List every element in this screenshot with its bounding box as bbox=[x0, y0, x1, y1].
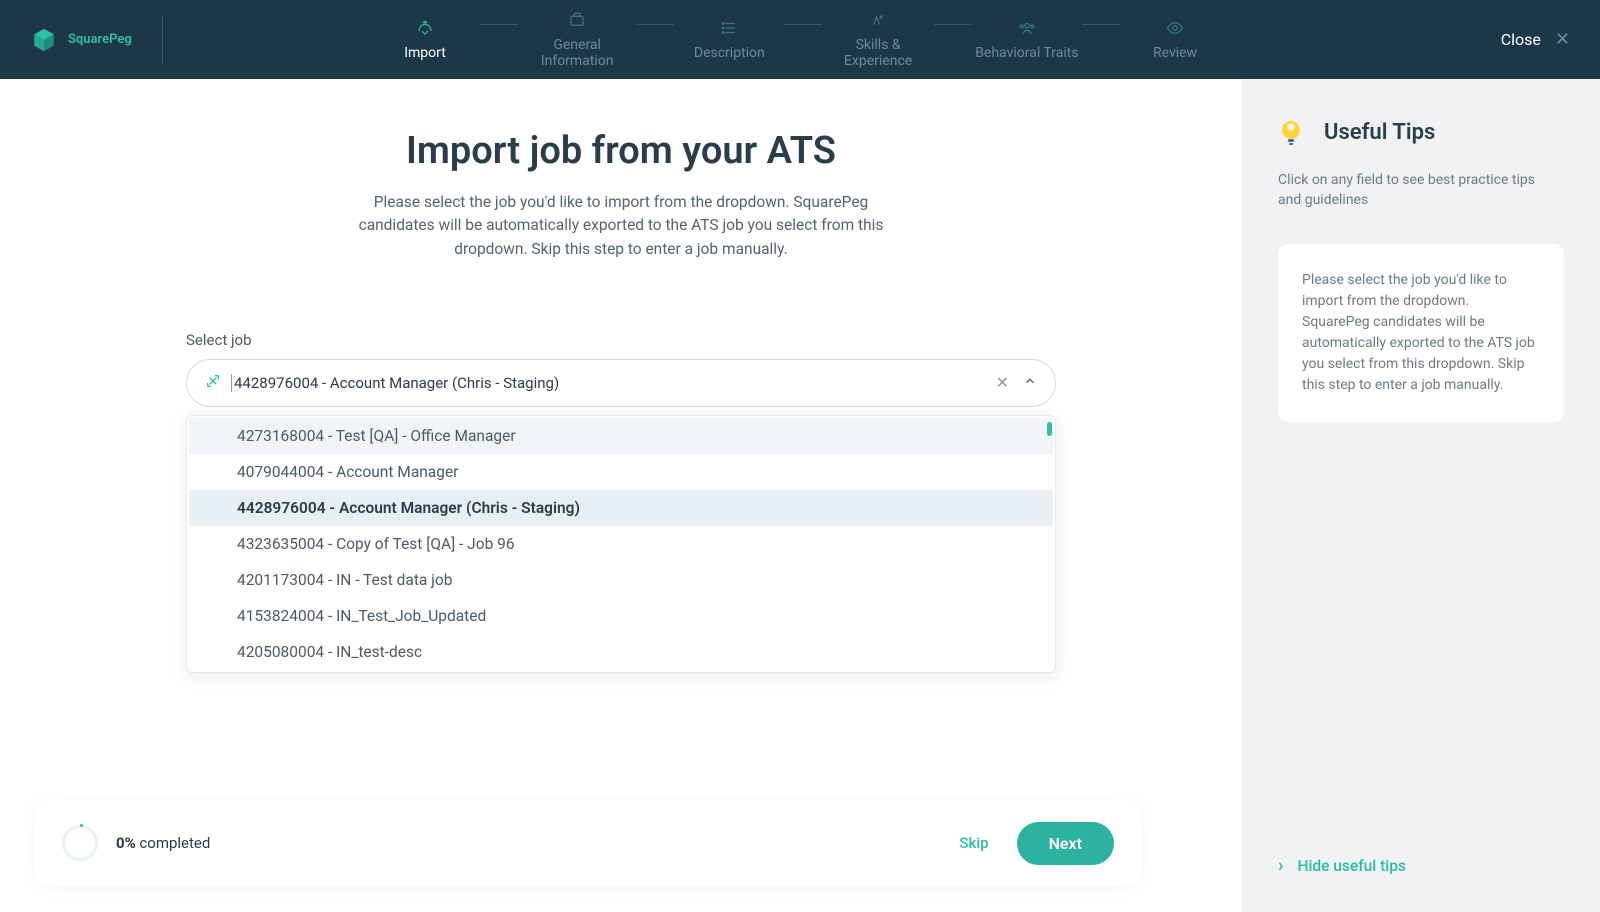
logo-icon bbox=[30, 26, 58, 54]
chevron-right-icon: › bbox=[1278, 855, 1283, 876]
close-button[interactable]: Close bbox=[1501, 30, 1541, 49]
dropdown-option[interactable]: 4428976004 - Account Manager (Chris - St… bbox=[189, 490, 1053, 526]
select-dropdown: 4273168004 - Test [QA] - Office Manager4… bbox=[186, 415, 1056, 673]
nav-step-icon bbox=[1164, 19, 1186, 39]
nav-step-description[interactable]: Description bbox=[674, 19, 784, 61]
nav-step-icon bbox=[1016, 19, 1038, 39]
nav-step-icon bbox=[718, 19, 740, 39]
main-area: Import job from your ATS Please select t… bbox=[0, 79, 1600, 912]
brand-name: SquarePeg bbox=[68, 32, 132, 47]
tips-title: Useful Tips bbox=[1324, 120, 1435, 145]
dropdown-option[interactable]: 4273168004 - Test [QA] - Office Manager bbox=[189, 418, 1053, 454]
nav-step-behavioral-traits[interactable]: Behavioral Traits bbox=[972, 19, 1082, 61]
nav-step-label: General Information bbox=[518, 37, 636, 69]
chevron-up-icon[interactable] bbox=[1023, 373, 1037, 392]
tips-box: Please select the job you'd like to impo… bbox=[1278, 244, 1564, 422]
nav-step-import[interactable]: Import bbox=[370, 19, 480, 61]
next-button[interactable]: Next bbox=[1017, 822, 1114, 865]
dropdown-option[interactable]: 4201173004 - IN - Test data job bbox=[189, 562, 1053, 598]
dropdown-option[interactable]: 4079044004 - Account Manager bbox=[189, 454, 1053, 490]
progress-percent: 0% bbox=[116, 834, 136, 852]
content-column: Import job from your ATS Please select t… bbox=[0, 79, 1242, 912]
page-title: Import job from your ATS bbox=[0, 129, 1242, 173]
tips-subtext: Click on any field to see best practice … bbox=[1278, 171, 1548, 210]
nav-step-label: Skills & Experience bbox=[822, 37, 933, 69]
header-bar: SquarePeg Import General Information Descr… bbox=[0, 0, 1600, 79]
skip-button[interactable]: Skip bbox=[959, 834, 988, 852]
progress-text: 0% completed bbox=[116, 834, 210, 852]
nav-step-label: Review bbox=[1153, 45, 1197, 61]
form-area: Select job 4428976004 - Account Manager … bbox=[186, 331, 1056, 407]
nav-step-label: Description bbox=[694, 45, 765, 61]
bulb-icon bbox=[1278, 119, 1304, 145]
wizard-nav: Import General Information Description Skil… bbox=[370, 11, 1230, 69]
nav-step-skills-experience[interactable]: Skills & Experience bbox=[822, 11, 933, 69]
dropdown-scrollbar[interactable] bbox=[1047, 422, 1052, 436]
dropdown-option[interactable]: 4205080004 - IN_test-desc bbox=[189, 634, 1053, 670]
clear-icon[interactable]: ✕ bbox=[996, 373, 1009, 392]
progress-bar: 0% completed Skip Next bbox=[34, 800, 1142, 886]
nav-step-label: Import bbox=[404, 45, 446, 61]
close-area: Close ✕ bbox=[1501, 29, 1570, 50]
page-subtitle: Please select the job you'd like to impo… bbox=[351, 191, 891, 261]
select-value: 4428976004 - Account Manager (Chris - St… bbox=[231, 374, 996, 392]
brand-logo[interactable]: SquarePeg bbox=[30, 15, 163, 65]
expand-icon bbox=[205, 373, 221, 393]
nav-step-review[interactable]: Review bbox=[1120, 19, 1230, 61]
progress-ring-icon bbox=[62, 825, 98, 861]
nav-step-icon bbox=[566, 11, 588, 31]
hide-tips-button[interactable]: › Hide useful tips bbox=[1278, 855, 1406, 876]
dropdown-option[interactable]: 4323635004 - Copy of Test [QA] - Job 96 bbox=[189, 526, 1053, 562]
select-label: Select job bbox=[186, 331, 1056, 349]
nav-step-general-information[interactable]: General Information bbox=[518, 11, 636, 69]
close-icon[interactable]: ✕ bbox=[1555, 29, 1570, 50]
nav-step-icon bbox=[414, 19, 436, 39]
select-job-field: 4428976004 - Account Manager (Chris - St… bbox=[186, 359, 1056, 407]
select-job-input[interactable]: 4428976004 - Account Manager (Chris - St… bbox=[186, 359, 1056, 407]
nav-step-icon bbox=[867, 11, 889, 31]
nav-step-label: Behavioral Traits bbox=[975, 45, 1078, 61]
dropdown-option[interactable]: 4153824004 - IN_Test_Job_Updated bbox=[189, 598, 1053, 634]
tips-header: Useful Tips bbox=[1278, 119, 1564, 145]
tips-panel: Useful Tips Click on any field to see be… bbox=[1242, 79, 1600, 912]
